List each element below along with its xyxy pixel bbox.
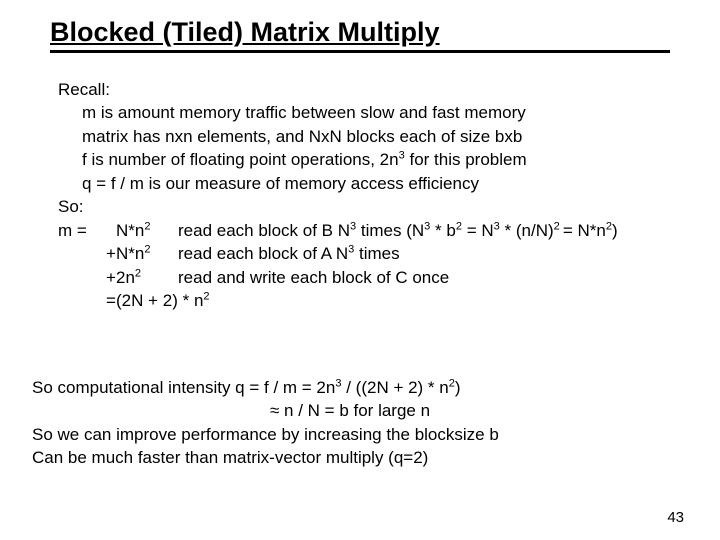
- text: read each block of A N: [178, 244, 348, 263]
- m-line-2: + N*n2read each block of A N3 times: [58, 242, 680, 265]
- recall-item-q: q = f / m is our measure of memory acces…: [58, 172, 680, 195]
- desc: read each block of B N3 times (N3 * b2 =…: [178, 221, 618, 240]
- so-label: So:: [58, 195, 680, 218]
- term: (2N + 2) * n2: [116, 291, 210, 310]
- text: = N*n: [563, 221, 606, 240]
- text: / ((2N + 2) * n: [342, 378, 449, 397]
- text: read each block of B N: [178, 221, 350, 240]
- faster-line: Can be much faster than matrix-vector mu…: [32, 446, 688, 469]
- slide: Blocked (Tiled) Matrix Multiply Recall: …: [0, 0, 720, 540]
- slide-title: Blocked (Tiled) Matrix Multiply: [50, 17, 440, 47]
- recall-label: Recall:: [58, 78, 680, 101]
- text: times (N: [356, 221, 424, 240]
- text: * b: [430, 221, 456, 240]
- text: So computational intensity q = f / m = 2…: [32, 378, 335, 397]
- text: (2N + 2) * n: [116, 291, 203, 310]
- text: times: [354, 244, 399, 263]
- text: ): [612, 221, 618, 240]
- approx-line: ≈ n / N = b for large n: [32, 399, 688, 422]
- term: N*n2: [116, 219, 178, 242]
- desc: read and write each block of C once: [178, 268, 449, 287]
- op: +: [106, 242, 116, 265]
- m-line-1: m = N*n2read each block of B N3 times (N…: [58, 219, 680, 242]
- text: for this problem: [405, 150, 527, 169]
- text: N*n: [116, 221, 144, 240]
- lower-block: So computational intensity q = f / m = 2…: [32, 376, 688, 470]
- op: =: [106, 289, 116, 312]
- text: * (n/N): [500, 221, 554, 240]
- exp: 2: [554, 220, 563, 232]
- m-line-4: = (2N + 2) * n2: [58, 289, 680, 312]
- desc: read each block of A N3 times: [178, 244, 400, 263]
- text: f is number of floating point operations…: [82, 150, 399, 169]
- text: = N: [462, 221, 494, 240]
- m-line-3: + 2n2read and write each block of C once: [58, 266, 680, 289]
- exp: 2: [144, 220, 150, 232]
- improve-line: So we can improve performance by increas…: [32, 423, 688, 446]
- body-block: Recall: m is amount memory traffic betwe…: [58, 78, 680, 313]
- recall-item: m is amount memory traffic between slow …: [58, 101, 680, 124]
- term: 2n2: [116, 266, 178, 289]
- page-number: 43: [667, 509, 684, 526]
- exp: 2: [203, 290, 209, 302]
- exp: 2: [144, 244, 150, 256]
- title-rule: Blocked (Tiled) Matrix Multiply: [50, 18, 670, 53]
- op: +: [106, 266, 116, 289]
- recall-item: matrix has nxn elements, and NxN blocks …: [58, 125, 680, 148]
- term: N*n2: [116, 242, 178, 265]
- text: 2n: [116, 268, 135, 287]
- text: N*n: [116, 244, 144, 263]
- comp-intensity-line: So computational intensity q = f / m = 2…: [32, 376, 688, 399]
- op: m =: [58, 219, 116, 242]
- text: ): [455, 378, 461, 397]
- recall-item-f: f is number of floating point operations…: [58, 148, 680, 171]
- exp: 2: [135, 267, 141, 279]
